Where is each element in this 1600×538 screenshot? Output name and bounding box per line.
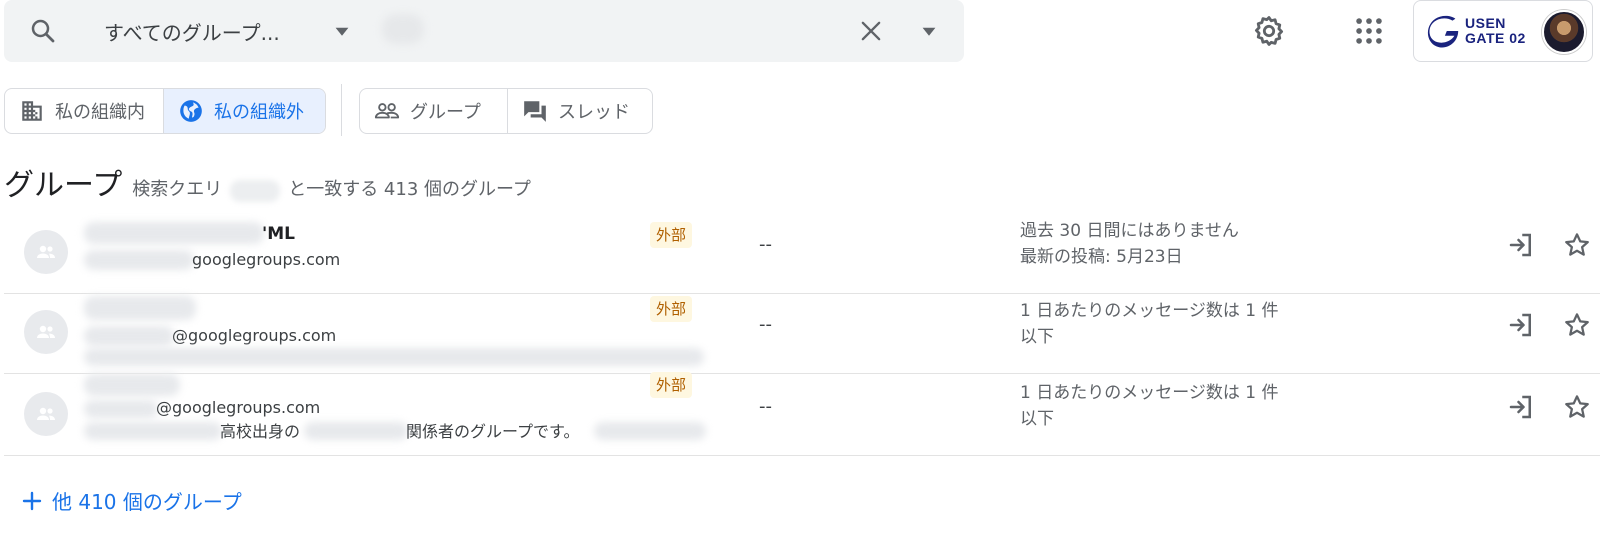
group-name-redacted: [84, 222, 264, 244]
result-count: と一致する 413 個のグループ: [288, 179, 531, 200]
org-filter-toggle: 私の組織内 私の組織外: [4, 88, 326, 134]
globe-icon: [180, 100, 202, 122]
account-avatar[interactable]: [1542, 10, 1586, 54]
external-badge: 外部: [650, 296, 693, 322]
star-icon[interactable]: [1562, 230, 1592, 260]
forum-icon: [524, 101, 546, 122]
external-badge: 外部: [650, 372, 693, 398]
settings-gear-icon[interactable]: [1252, 14, 1286, 48]
group-row[interactable]: 'ML googlegroups.com 外部 -- 過去 30 日間にはありま…: [4, 210, 1600, 294]
page-title: グループ: [4, 168, 123, 203]
search-options-dropdown-icon[interactable]: [921, 23, 937, 39]
people-outline-icon: [374, 103, 400, 119]
group-name-redacted: [84, 296, 196, 320]
usen-logo-text: USEN GATE 02: [1465, 15, 1526, 46]
group-description-redacted: [594, 422, 706, 440]
group-people-icon: [37, 245, 55, 258]
filter-groups[interactable]: グループ: [360, 89, 507, 133]
join-group-icon[interactable]: [1506, 310, 1536, 340]
group-name-redacted: [84, 374, 180, 396]
group-description-redacted: [84, 348, 704, 366]
more-groups-link[interactable]: 他 410 個のグループ: [20, 486, 242, 515]
group-avatar: [24, 310, 68, 354]
account-switcher[interactable]: USEN GATE 02: [1413, 0, 1593, 62]
join-group-icon[interactable]: [1506, 230, 1536, 260]
type-filter-toggle: グループ スレッド: [359, 88, 653, 134]
group-name: 'ML: [262, 224, 295, 244]
group-email: @googlegroups.com: [156, 398, 321, 417]
group-description-redacted: [84, 422, 222, 440]
group-people-icon: [37, 325, 55, 338]
scope-dropdown-icon[interactable]: [334, 23, 350, 39]
group-description: 関係者のグループです。: [406, 422, 580, 441]
filter-org-external[interactable]: 私の組織外: [163, 89, 325, 133]
group-description: 高校出身の: [220, 422, 301, 441]
search-bar[interactable]: すべてのグループ...: [4, 0, 964, 62]
group-activity: 1 日あたりのメッセージ数は 1 件 以下: [1020, 383, 1279, 429]
usen-logo-icon: [1427, 15, 1459, 48]
group-activity: 1 日あたりのメッセージ数は 1 件 以下: [1020, 301, 1279, 347]
building-icon: [22, 101, 42, 121]
query-redacted: [230, 179, 281, 202]
plus-icon: [22, 491, 42, 510]
external-badge: 外部: [650, 222, 693, 248]
post-count: --: [759, 234, 772, 255]
result-count-prefix: 検索クエリ: [132, 179, 223, 200]
group-people-icon: [37, 407, 55, 420]
post-count: --: [759, 314, 772, 335]
group-email-redacted: [84, 326, 174, 346]
group-email-redacted: [84, 400, 158, 418]
clear-search-icon[interactable]: [857, 17, 885, 45]
group-avatar: [24, 392, 68, 436]
post-count: --: [759, 396, 772, 417]
filter-threads[interactable]: スレッド: [506, 89, 652, 133]
group-activity: 過去 30 日間にはありません 最新の投稿: 5月23日: [1020, 221, 1239, 267]
filter-divider: [341, 84, 342, 136]
group-email: @googlegroups.com: [172, 326, 337, 345]
search-scope-select[interactable]: すべてのグループ...: [104, 17, 280, 46]
group-row[interactable]: @googlegroups.com 高校出身の 関係者のグループです。 外部 -…: [4, 372, 1600, 456]
results-heading: グループ 検索クエリ と一致する 413 個のグループ: [4, 160, 531, 204]
group-row[interactable]: @googlegroups.com 外部 -- 1 日あたりのメッセージ数は 1…: [4, 290, 1600, 374]
join-group-icon[interactable]: [1506, 392, 1536, 422]
filter-org-internal[interactable]: 私の組織内: [5, 89, 163, 133]
search-icon[interactable]: [28, 16, 58, 46]
group-avatar: [24, 230, 68, 274]
apps-grid-icon[interactable]: [1352, 14, 1386, 48]
search-query-redacted[interactable]: [382, 14, 424, 44]
star-icon[interactable]: [1562, 392, 1592, 422]
group-description-redacted: [304, 422, 408, 440]
group-email-redacted: [84, 250, 194, 270]
group-email: googlegroups.com: [192, 250, 341, 269]
star-icon[interactable]: [1562, 310, 1592, 340]
